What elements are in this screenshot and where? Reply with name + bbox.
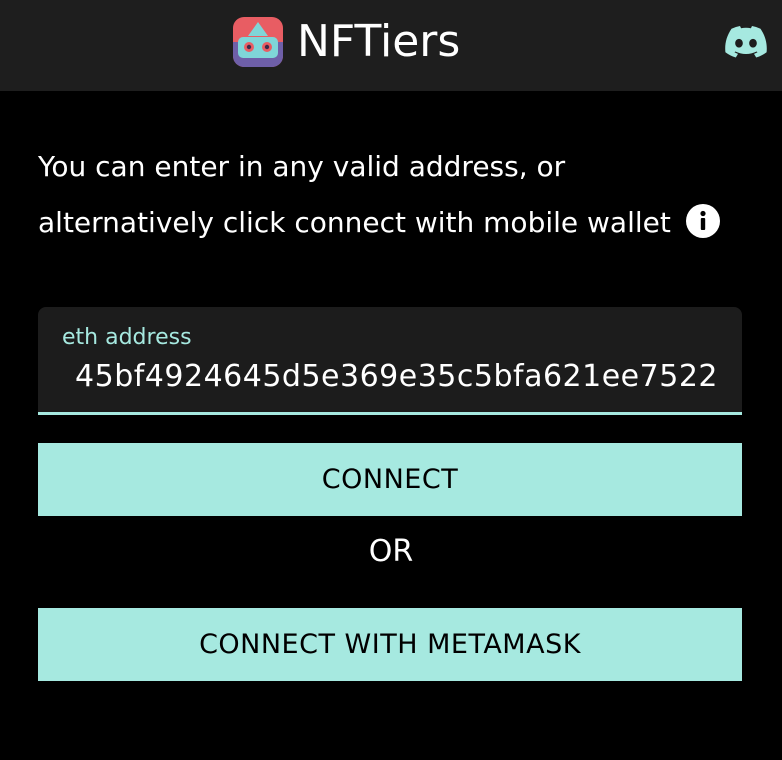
connect-button[interactable]: CONNECT bbox=[38, 443, 742, 516]
brand[interactable]: NFTiers bbox=[233, 17, 460, 67]
connect-metamask-button[interactable]: CONNECT WITH METAMASK bbox=[38, 608, 742, 681]
app-header: NFTiers bbox=[0, 0, 782, 91]
robot-logo-icon bbox=[233, 17, 283, 67]
discord-icon[interactable] bbox=[725, 26, 767, 58]
intro-message: You can enter in any valid address, or a… bbox=[38, 150, 671, 239]
info-icon[interactable] bbox=[685, 204, 720, 238]
or-separator: OR bbox=[368, 534, 414, 569]
eth-address-field[interactable]: eth address 45bf4924645d5e369e35c5bfa621… bbox=[38, 307, 742, 415]
brand-name: NFTiers bbox=[297, 16, 461, 67]
eth-address-clip: 45bf4924645d5e369e35c5bfa621ee7522 bbox=[62, 307, 742, 412]
eth-address-input[interactable]: 45bf4924645d5e369e35c5bfa621ee7522 bbox=[75, 359, 718, 394]
intro-text: You can enter in any valid address, or a… bbox=[38, 139, 742, 251]
